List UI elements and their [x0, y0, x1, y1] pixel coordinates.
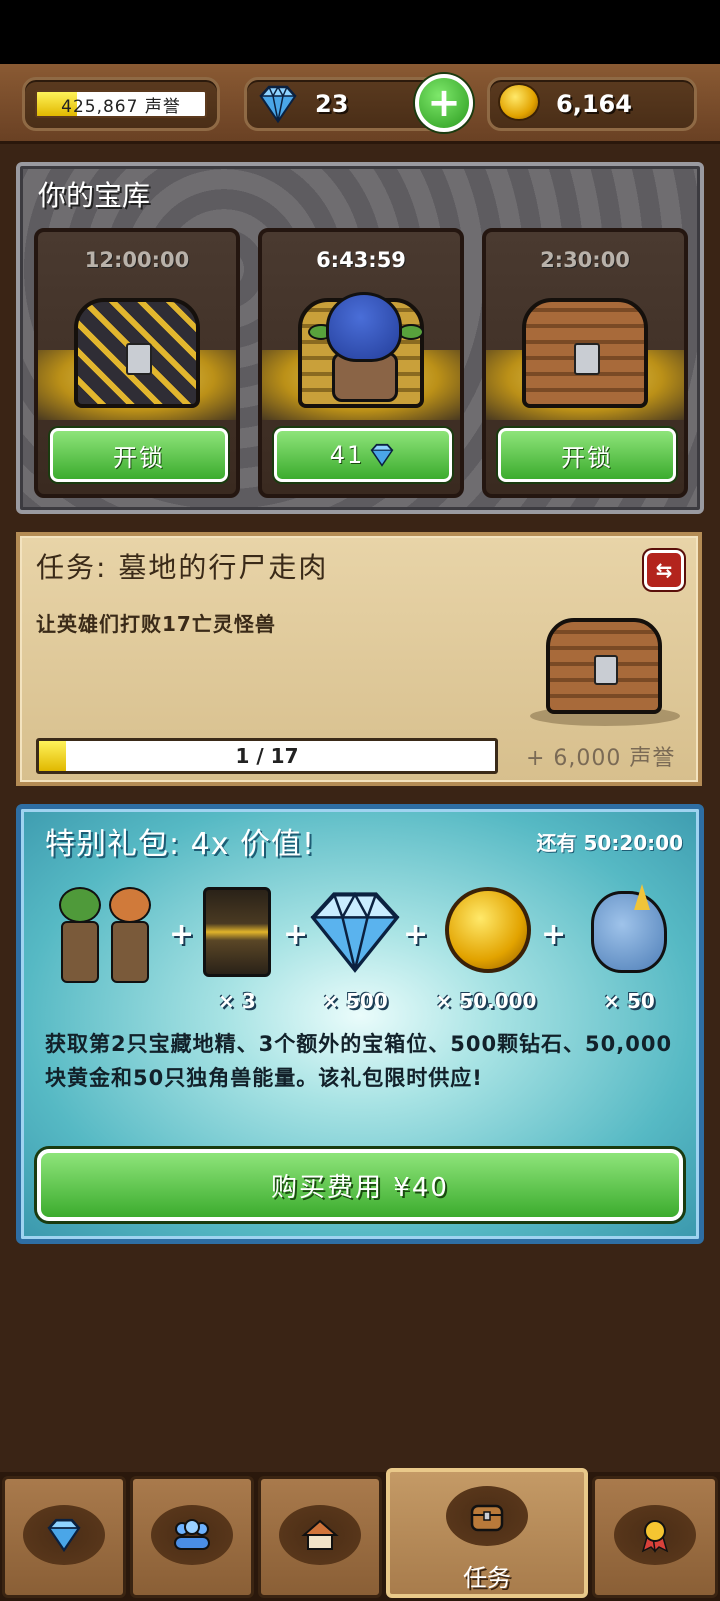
plus-sign: + [169, 917, 195, 952]
gem-count: 23 [315, 90, 349, 118]
item-quantity: × 50.000 [435, 989, 537, 1013]
gem-display[interactable]: 23 + [244, 74, 473, 132]
diamond-icon [310, 891, 400, 973]
speedup-gem-button[interactable]: 41 [274, 428, 452, 482]
status-bar [0, 0, 720, 64]
slot-timer: 12:00:00 [84, 248, 190, 272]
quest-description: 让英雄们打败17亡灵怪兽 [36, 612, 276, 636]
unicorn-icon [591, 884, 667, 973]
goblin-icon [55, 887, 105, 987]
nav-item-shop[interactable] [2, 1476, 126, 1598]
nav-item-quests[interactable]: 任务 [386, 1468, 588, 1598]
offer-item-diamonds: × 500 [301, 887, 409, 1013]
wooden-chest-icon [522, 298, 648, 408]
diamond-icon [370, 443, 394, 467]
buy-button[interactable]: 购买费用 ¥40 [37, 1149, 683, 1221]
gold-coin-icon [498, 83, 540, 121]
offer-description: 获取第2只宝藏地精、3个额外的宝箱位、500颗钻石、50,000块黄金和50只独… [45, 1032, 673, 1090]
goblin-icon [326, 292, 402, 362]
plus-sign: + [541, 917, 567, 952]
add-gems-button[interactable]: + [415, 74, 473, 132]
offer-item-chest-slots: × 3 [199, 887, 275, 1013]
offer-title: 特别礼包: 4x 价值! [45, 827, 316, 862]
diamond-icon [47, 1518, 81, 1553]
offer-timer: 还有 50:20:00 [536, 831, 683, 855]
vault-slot-1[interactable]: 12:00:00 开锁 [34, 228, 240, 498]
nav-item-town[interactable] [258, 1476, 382, 1598]
quest-progress-text: 1 / 17 [235, 744, 299, 768]
wooden-chest-icon [546, 618, 662, 714]
quest-progress-bar: 1 / 17 [36, 738, 498, 774]
slot-timer: 2:30:00 [540, 248, 630, 272]
bottom-nav: 任务 [0, 1468, 720, 1601]
goblin-icon [105, 887, 155, 987]
unlock-button[interactable]: 开锁 [498, 428, 676, 482]
quest-title: 任务: 墓地的行尸走肉 [36, 551, 329, 584]
chest-icon [470, 1504, 504, 1532]
unlock-button[interactable]: 开锁 [50, 428, 228, 482]
offer-item-unicorn: × 50 [581, 884, 677, 1013]
chest-slot-card-icon [203, 887, 271, 977]
game-screen: 425,867 声誉 23 + 6,164 你的宝库 12:00:00 开锁 6… [0, 0, 720, 1601]
gold-coin-icon [445, 887, 531, 973]
offer-item-goblins [51, 887, 161, 1013]
gold-display[interactable]: 6,164 [487, 77, 697, 131]
heroes-icon [174, 1519, 210, 1550]
reputation-progress-bar: 425,867 声誉 [35, 90, 207, 118]
offer-item-gold: × 50.000 [431, 887, 541, 1013]
item-quantity: × 500 [322, 989, 388, 1013]
nav-label-quests: 任务 [463, 1564, 511, 1592]
town-icon [301, 1519, 339, 1550]
special-offer-panel: 特别礼包: 4x 价值! 还有 50:20:00 + × 3 + × 500 +… [16, 804, 704, 1244]
medal-icon [641, 1520, 669, 1553]
diamond-icon [259, 85, 297, 124]
item-quantity: × 3 [218, 989, 256, 1013]
golden-chest-icon [74, 298, 200, 408]
plus-sign: + [403, 917, 429, 952]
gold-count: 6,164 [556, 90, 632, 118]
vault-slot-2[interactable]: 6:43:59 41 [258, 228, 464, 498]
quest-reward: + 6,000 声誉 [526, 746, 676, 771]
vault-slot-3[interactable]: 2:30:00 开锁 [482, 228, 688, 498]
nav-item-achievements[interactable] [592, 1476, 718, 1598]
speedup-cost: 41 [329, 441, 365, 469]
item-quantity: × 50 [603, 989, 655, 1013]
quest-switch-icon[interactable]: ⇆ [644, 550, 684, 590]
nav-item-heroes[interactable] [130, 1476, 254, 1598]
reputation-value: 425,867 声誉 [61, 96, 181, 117]
slot-timer: 6:43:59 [316, 248, 406, 272]
reputation-display[interactable]: 425,867 声誉 [22, 77, 220, 131]
quest-panel: 任务: 墓地的行尸走肉 ⇆ 让英雄们打败17亡灵怪兽 1 / 17 + 6,00… [16, 532, 702, 786]
vault-panel: 你的宝库 12:00:00 开锁 6:43:59 41 2:30:00 开锁 [16, 162, 704, 514]
resource-bar: 425,867 声誉 23 + 6,164 [0, 64, 720, 144]
vault-title: 你的宝库 [38, 179, 151, 212]
